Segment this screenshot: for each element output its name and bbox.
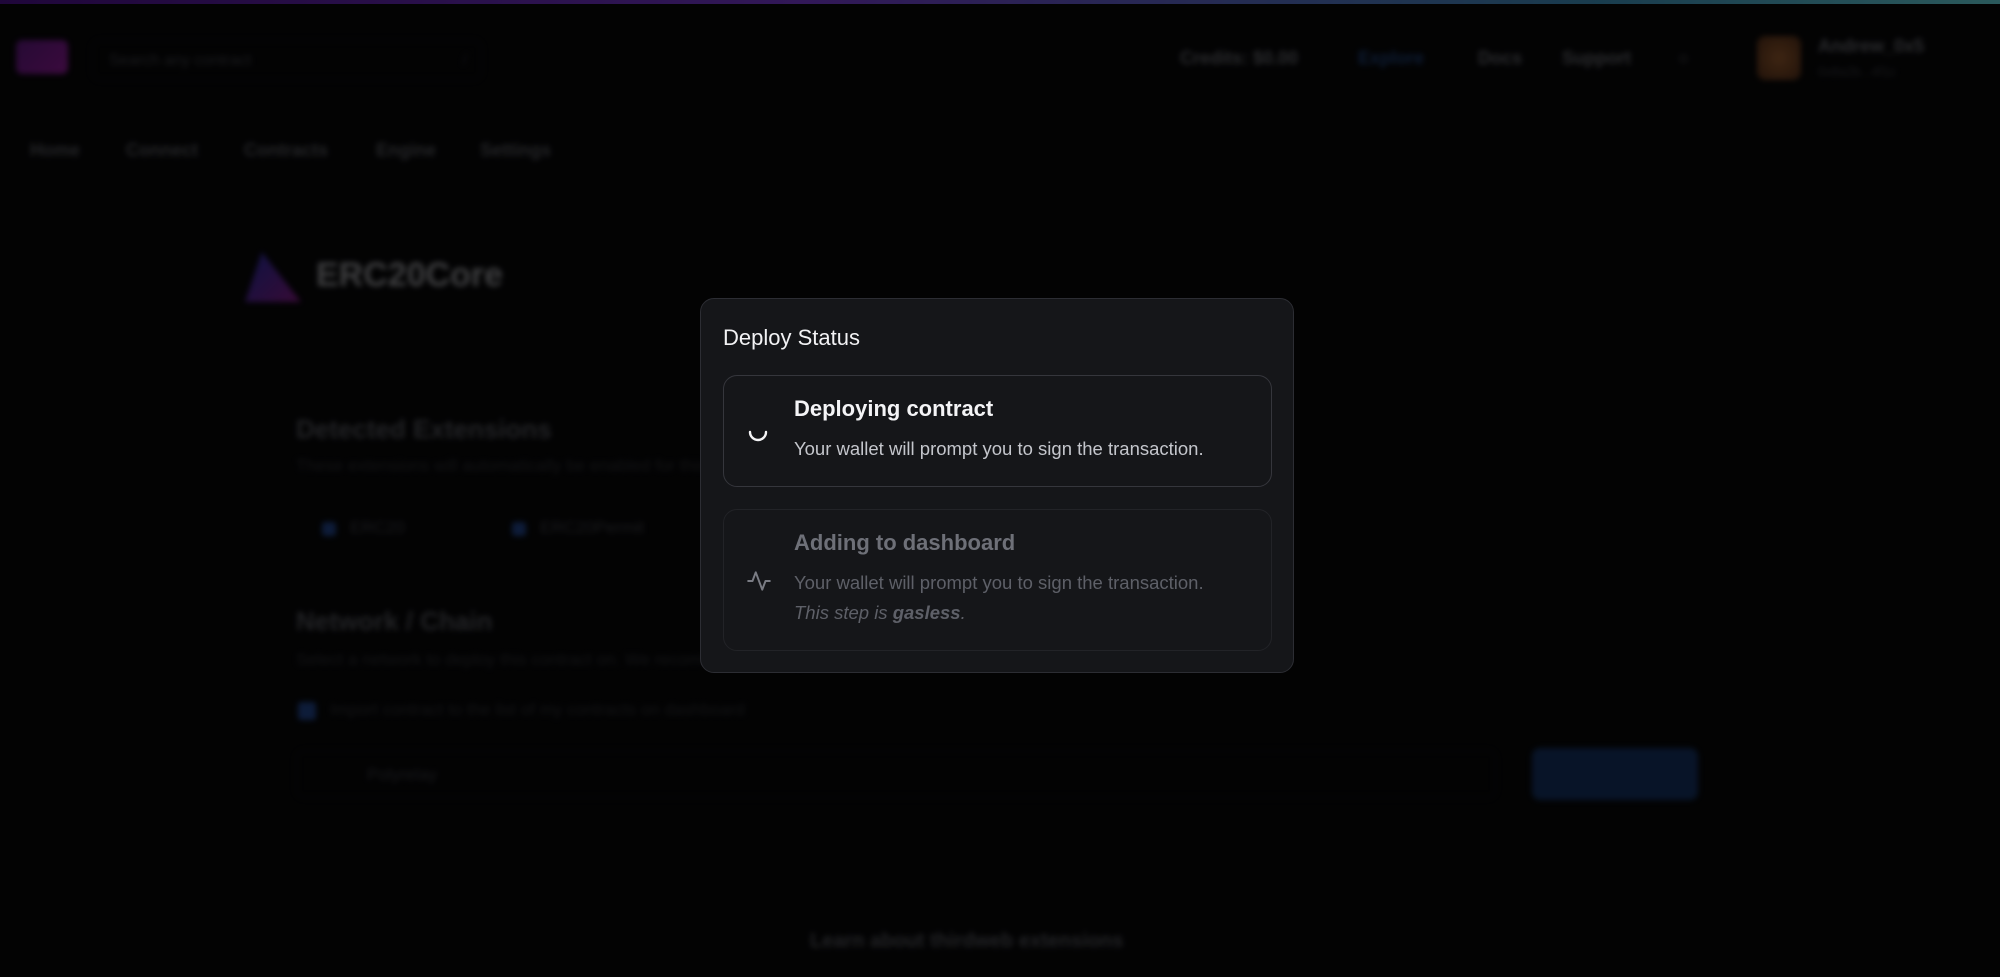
gasless-emphasis: gasless bbox=[892, 602, 961, 623]
modal-title: Deploy Status bbox=[723, 325, 860, 350]
step-description: Your wallet will prompt you to sign the … bbox=[794, 572, 1204, 593]
deploy-status-modal: Deploy Status Deploying contract Your wa… bbox=[700, 298, 1294, 673]
step-adding-to-dashboard: Adding to dashboard Your wallet will pro… bbox=[723, 509, 1272, 651]
gasless-note-suffix: . bbox=[960, 602, 966, 623]
gasless-note-prefix: This step is bbox=[794, 602, 893, 623]
step-title: Adding to dashboard bbox=[794, 530, 1016, 555]
step-title: Deploying contract bbox=[794, 396, 994, 421]
step-description: Your wallet will prompt you to sign the … bbox=[794, 438, 1204, 459]
spinner-icon bbox=[746, 420, 770, 449]
step-deploying-contract: Deploying contract Your wallet will prom… bbox=[723, 375, 1272, 487]
gasless-note: This step is gasless. bbox=[794, 598, 1204, 628]
step-description-block: Your wallet will prompt you to sign the … bbox=[794, 568, 1204, 628]
activity-icon bbox=[746, 568, 772, 599]
